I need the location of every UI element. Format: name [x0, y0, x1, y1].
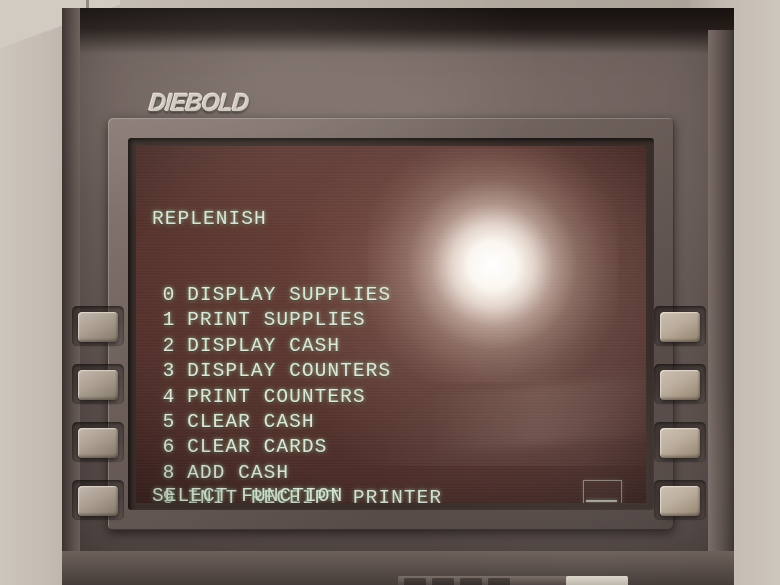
menu-item-spacer — [175, 334, 187, 359]
function-key-left-4[interactable] — [78, 486, 118, 516]
menu-item-code: 8 — [162, 461, 176, 484]
menu-item-label: CLEAR CARDS — [187, 436, 328, 459]
menu-item[interactable]: 0 DISPLAY SUPPLIES — [152, 283, 632, 308]
function-key-right-4[interactable] — [660, 486, 700, 516]
menu-item-spacer — [175, 410, 187, 435]
keypad-key-wide[interactable] — [566, 576, 628, 585]
menu-item-spacer — [175, 385, 187, 410]
menu-item-code: 4 — [162, 385, 176, 408]
menu-item-label: DISPLAY COUNTERS — [187, 360, 392, 383]
menu-item-code: 3 — [162, 360, 176, 383]
select-function-prompt: SELECT FUNCTION — [152, 485, 344, 503]
function-key-right-1[interactable] — [660, 312, 700, 342]
menu-item-label: CLEAR CASH — [187, 411, 315, 434]
function-key-right-2[interactable] — [660, 370, 700, 400]
menu-item-label: ADD CASH — [187, 461, 290, 484]
menu-item[interactable]: 2 DISPLAY CASH — [152, 334, 632, 359]
crt-screen: REPLENISH 0 DISPLAY SUPPLIES 1 PRINT SUPP… — [136, 146, 646, 503]
menu-item[interactable]: 3 DISPLAY COUNTERS — [152, 359, 632, 384]
function-key-left-1[interactable] — [78, 312, 118, 342]
menu-item-spacer — [175, 435, 187, 460]
menu-item-code: 2 — [162, 334, 176, 357]
input-cursor-underline — [586, 500, 617, 502]
menu-item-spacer — [175, 359, 187, 384]
menu-list: 0 DISPLAY SUPPLIES 1 PRINT SUPPLIES 2 DISP… — [152, 283, 632, 503]
function-key-left-2[interactable] — [78, 370, 118, 400]
menu-item-label: PRINT SUPPLIES — [187, 309, 366, 332]
menu-item-code: 6 — [162, 436, 176, 459]
brand-logo-text: DIEBOLD — [147, 88, 250, 117]
menu-item[interactable]: 1 PRINT SUPPLIES — [152, 308, 632, 333]
menu-item-label: DISPLAY CASH — [187, 334, 341, 357]
menu-item-spacer — [175, 283, 187, 308]
menu-item-code: 5 — [162, 411, 176, 434]
function-key-right-3[interactable] — [660, 428, 700, 458]
atm-photo-scene: DIEBOLD REPLENISH 0 DISPLAY SUPPLIES 1 PR… — [0, 0, 780, 585]
screen-text-area: REPLENISH 0 DISPLAY SUPPLIES 1 PRINT SUPP… — [152, 156, 632, 503]
keypad-key-1[interactable] — [404, 578, 426, 585]
menu-item[interactable]: 4 PRINT COUNTERS — [152, 385, 632, 410]
atm-top-shadow — [62, 8, 734, 54]
menu-item-label: DISPLAY SUPPLIES — [187, 284, 392, 307]
screen-title: REPLENISH — [152, 207, 267, 230]
menu-item[interactable]: 6 CLEAR CARDS — [152, 435, 632, 460]
function-key-left-3[interactable] — [78, 428, 118, 458]
keypad-key-4[interactable] — [488, 578, 510, 585]
menu-item-code: 0 — [162, 284, 176, 307]
menu-item[interactable]: 5 CLEAR CASH — [152, 410, 632, 435]
menu-item-spacer — [175, 308, 187, 333]
keypad-key-3[interactable] — [460, 578, 482, 585]
menu-item-label: PRINT COUNTERS — [187, 385, 366, 408]
menu-item-spacer — [175, 461, 187, 486]
atm-right-edge — [708, 30, 734, 585]
menu-item[interactable]: 8 ADD CASH — [152, 461, 632, 486]
brand-plate: DIEBOLD — [146, 88, 282, 118]
menu-item-code: 1 — [162, 309, 176, 332]
keypad-key-2[interactable] — [432, 578, 454, 585]
